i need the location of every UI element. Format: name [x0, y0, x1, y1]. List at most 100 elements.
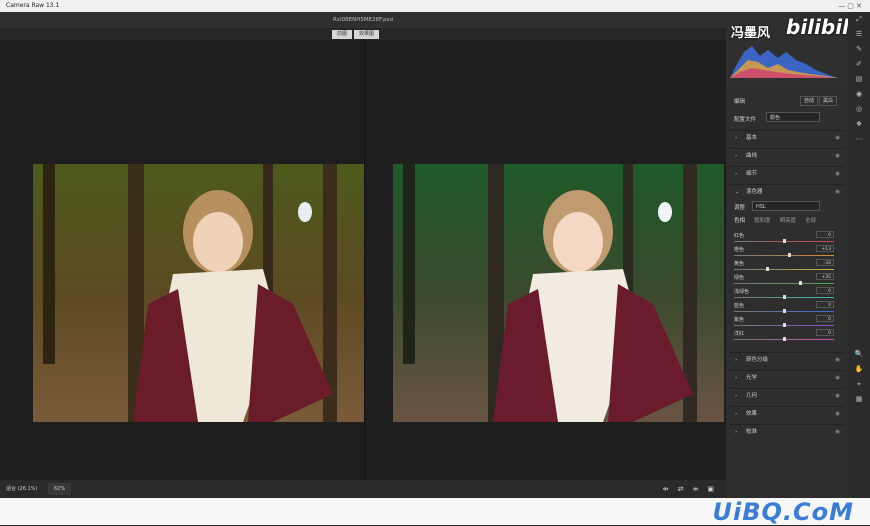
adjust-select[interactable]: HSL: [752, 201, 820, 211]
eye-icon[interactable]: ◉: [835, 149, 840, 164]
slider-knob[interactable]: [766, 267, 769, 271]
sampler-icon[interactable]: ⌖: [848, 377, 870, 392]
slider-value[interactable]: +13: [816, 245, 834, 252]
mask-icon[interactable]: ▤: [848, 72, 870, 87]
grid-icon[interactable]: ▦: [848, 392, 870, 407]
eye-icon[interactable]: ◉: [835, 131, 840, 146]
section-label: 基本: [746, 135, 758, 141]
hsl-slider[interactable]: 浅绿色 0: [734, 287, 834, 301]
slider-value[interactable]: +35: [816, 273, 834, 280]
section-optics[interactable]: › 光学 ◉: [730, 370, 844, 386]
section-label: 校准: [746, 429, 758, 435]
hsl-slider[interactable]: 紫色 0: [734, 315, 834, 329]
tool-spacer: [848, 147, 870, 347]
slider-value[interactable]: -34: [816, 259, 834, 266]
slider-knob[interactable]: [782, 323, 786, 327]
section-label: 效果: [746, 411, 758, 417]
slider-track[interactable]: [734, 255, 834, 256]
mixer-subtabs: 色相 饱和度 明亮度 全部: [734, 216, 816, 224]
profile-label: 配置文件: [734, 117, 757, 123]
hsl-slider[interactable]: 洋红 0: [734, 329, 834, 343]
section-calibration[interactable]: › 校准 ◉: [730, 424, 844, 440]
chevron-right-icon: ›: [735, 411, 738, 417]
panel-title: 编辑: [734, 99, 746, 105]
adjust-label: 调整: [734, 205, 746, 211]
slider-knob[interactable]: [788, 253, 792, 257]
slider-knob[interactable]: [782, 239, 786, 243]
split-view-icon[interactable]: ⇹: [663, 480, 669, 498]
section-basic[interactable]: › 基本 ◉: [730, 130, 844, 146]
zoom-icon[interactable]: 🔍: [848, 347, 870, 362]
tab-luminance[interactable]: 明亮度: [780, 216, 797, 224]
section-label: 混色器: [746, 189, 763, 195]
section-color-grading[interactable]: › 颜色分级 ◉: [730, 352, 844, 368]
pen-icon[interactable]: ✐: [848, 57, 870, 72]
window-controls[interactable]: — ▢ ✕: [838, 0, 862, 12]
slider-knob[interactable]: [782, 309, 786, 313]
target-icon[interactable]: ◎: [848, 102, 870, 117]
chevron-right-icon: ›: [735, 375, 738, 381]
section-label: 曲线: [746, 153, 758, 159]
eye-icon[interactable]: ◉: [835, 353, 840, 368]
profile-select[interactable]: 颜色: [766, 112, 820, 122]
swap-icon[interactable]: ⇄: [678, 480, 684, 498]
tab-all[interactable]: 全部: [805, 216, 816, 224]
copy-settings-icon[interactable]: ⇻: [693, 480, 699, 498]
hsl-slider[interactable]: 橙色 +13: [734, 245, 834, 259]
presets-icon[interactable]: ❖: [848, 117, 870, 132]
chevron-right-icon: ›: [735, 357, 738, 363]
split-divider[interactable]: [364, 40, 365, 480]
hsl-slider[interactable]: 红色 0: [734, 231, 834, 245]
tab-after[interactable]: 效果图: [354, 30, 380, 39]
section-effects[interactable]: › 效果 ◉: [730, 406, 844, 422]
expand-icon[interactable]: ⤢: [848, 12, 870, 27]
tab-saturation[interactable]: 饱和度: [754, 216, 771, 224]
slider-label: 黄色: [734, 261, 745, 267]
slider-value[interactable]: 0: [816, 329, 834, 336]
section-detail[interactable]: › 细节 ◉: [730, 166, 844, 182]
status-bar: 适合 (26.1%) 62% ⇹ ⇄ ⇻ ▣: [0, 480, 726, 498]
file-name-bar: Rxl08ENH5ME28F.psd: [0, 12, 726, 28]
slider-knob[interactable]: [782, 337, 786, 341]
slider-label: 紫色: [734, 317, 745, 323]
hand-icon[interactable]: ✋: [848, 362, 870, 377]
zoom-dropdown[interactable]: 62%: [48, 483, 72, 495]
footer-brand: UiBQ.CoM: [712, 498, 854, 526]
section-label: 几何: [746, 393, 758, 399]
slider-knob[interactable]: [798, 281, 802, 285]
more-icon[interactable]: ⋯: [848, 132, 870, 147]
zoom-label: 适合 (26.1%): [6, 486, 38, 492]
brush-icon[interactable]: ✎: [848, 42, 870, 57]
slider-value[interactable]: 0: [816, 315, 834, 322]
edit-panel: 编辑 自动 黑白 配置文件 颜色 › 基本 ◉ › 曲线 ◉ › 细节 ◉ › …: [726, 84, 848, 498]
slider-label: 绿色: [734, 275, 745, 281]
hsl-slider[interactable]: 蓝色 0: [734, 301, 834, 315]
after-photo: [393, 164, 724, 422]
eye-icon[interactable]: ◉: [835, 425, 840, 440]
hsl-slider[interactable]: 绿色 +35: [734, 273, 834, 287]
eye-icon[interactable]: ◉: [835, 371, 840, 386]
slider-knob[interactable]: [782, 295, 786, 299]
redeye-icon[interactable]: ◉: [848, 87, 870, 102]
slider-track[interactable]: [734, 269, 834, 270]
eye-icon[interactable]: ◉: [835, 407, 840, 422]
auto-button[interactable]: 自动: [800, 96, 819, 106]
eye-icon[interactable]: ◉: [835, 389, 840, 404]
hsl-slider[interactable]: 黄色 -34: [734, 259, 834, 273]
tab-hue[interactable]: 色相: [734, 216, 745, 224]
section-geometry[interactable]: › 几何 ◉: [730, 388, 844, 404]
file-name: Rxl08ENH5ME28F.psd: [333, 17, 393, 23]
eye-icon[interactable]: ◉: [835, 185, 840, 200]
section-color-mixer[interactable]: › 混色器 ◉: [730, 184, 844, 200]
eye-icon[interactable]: ◉: [835, 167, 840, 182]
edit-icon[interactable]: ☰: [848, 27, 870, 42]
watermark-site: bilibili: [786, 15, 856, 39]
tab-before[interactable]: 前图: [332, 30, 353, 39]
section-curve[interactable]: › 曲线 ◉: [730, 148, 844, 164]
bw-button[interactable]: 黑白: [819, 96, 838, 106]
slider-track[interactable]: [734, 283, 834, 284]
slider-value[interactable]: 0: [816, 287, 834, 294]
slider-value[interactable]: 0: [816, 231, 834, 238]
slider-value[interactable]: 0: [816, 301, 834, 308]
toggle-view-icon[interactable]: ▣: [707, 480, 714, 498]
